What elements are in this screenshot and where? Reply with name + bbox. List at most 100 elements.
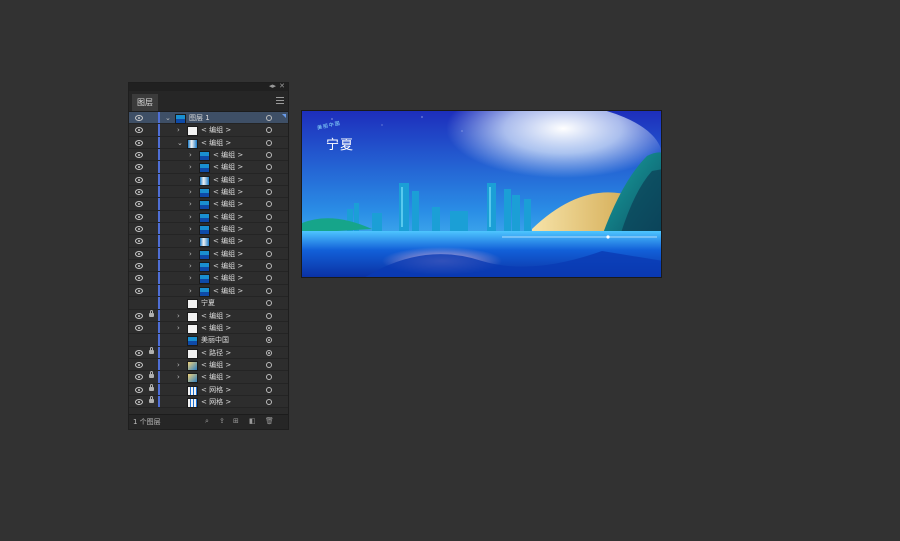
target-circle-icon[interactable] [266,398,272,405]
expand-arrow-icon[interactable]: › [189,187,192,197]
target-circle-icon[interactable] [266,164,272,171]
layer-label[interactable]: 宁夏 [201,297,215,309]
target-circle-icon[interactable] [266,226,272,233]
visibility-eye-icon[interactable] [135,164,143,171]
target-circle-icon[interactable] [266,213,272,220]
delete-icon[interactable]: 🗑 [265,418,274,425]
layer-label[interactable]: < 编组 > [213,161,243,173]
visibility-eye-icon[interactable] [135,189,143,196]
visibility-eye-icon[interactable] [135,374,143,381]
expand-arrow-icon[interactable]: › [189,236,192,246]
expand-arrow-icon[interactable]: › [189,212,192,222]
layer-label[interactable]: < 编组 > [213,248,243,260]
target-circle-icon[interactable] [266,115,272,121]
visibility-eye-icon[interactable] [135,226,143,233]
target-circle-icon[interactable] [266,139,272,146]
visibility-eye-icon[interactable] [135,361,143,368]
expand-arrow-icon[interactable]: › [177,125,180,135]
visibility-eye-icon[interactable] [135,349,143,356]
visibility-eye-icon[interactable] [135,238,143,245]
layer-row[interactable]: › < 编组 > [129,223,288,236]
layer-row[interactable]: › < 编组 > [129,198,288,211]
collapse-arrow-icon[interactable]: ⌄ [177,138,183,148]
layer-label[interactable]: < 网格 > [201,384,231,396]
layer-label[interactable]: < 网格 > [201,396,231,408]
layer-row[interactable]: › < 编组 > [129,260,288,273]
expand-arrow-icon[interactable]: › [177,311,180,321]
target-circle-icon[interactable] [266,324,272,331]
expand-arrow-icon[interactable]: › [177,372,180,382]
lock-icon[interactable] [149,309,154,317]
expand-arrow-icon[interactable]: › [189,286,192,296]
target-circle-icon[interactable] [266,275,272,282]
layer-label[interactable]: < 编组 > [213,149,243,161]
collapse-arrow-icon[interactable]: ⌄ [165,113,171,123]
target-circle-icon[interactable] [266,189,272,196]
visibility-eye-icon[interactable] [135,287,143,294]
visibility-eye-icon[interactable] [135,263,143,270]
target-circle-icon[interactable] [266,386,272,393]
layer-label[interactable]: < 编组 > [201,310,231,322]
target-circle-icon[interactable] [266,374,272,381]
layer-label[interactable]: 美丽中国 [201,334,229,346]
layer-label[interactable]: < 编组 > [201,371,231,383]
visibility-eye-icon[interactable] [135,201,143,208]
expand-arrow-icon[interactable]: › [189,199,192,209]
lock-icon[interactable] [149,395,154,403]
target-circle-icon[interactable] [266,152,272,159]
expand-arrow-icon[interactable]: › [177,323,180,333]
target-circle-icon[interactable] [266,349,272,356]
tab-layers[interactable]: 图层 [132,94,158,111]
target-circle-icon[interactable] [266,337,272,344]
layer-row[interactable]: < 网格 > [129,395,288,409]
visibility-eye-icon[interactable] [135,250,143,257]
expand-arrow-icon[interactable]: › [189,150,192,160]
layer-label[interactable]: < 编组 > [213,260,243,272]
layer-label[interactable]: < 编组 > [213,223,243,235]
visibility-eye-icon[interactable] [135,115,143,121]
visibility-eye-icon[interactable] [135,386,143,393]
layer-row[interactable]: › < 编组 > [129,173,288,187]
expand-arrow-icon[interactable]: › [189,224,192,234]
collapse-panel-icon[interactable]: ◂▸ [269,81,276,91]
layer-row[interactable]: › < 编组 > [129,210,288,224]
layer-row[interactable]: › < 编组 > [129,371,288,384]
layer-row[interactable]: ⌄ 图层 1 [129,112,288,125]
visibility-eye-icon[interactable] [135,312,143,319]
layer-label[interactable]: < 编组 > [201,322,231,334]
layer-row[interactable]: › < 编组 > [129,321,288,335]
artboard-canvas[interactable]: 美丽中国 宁夏 [301,110,662,278]
layer-label[interactable]: 图层 1 [189,112,210,124]
layer-row[interactable]: › < 编组 > [129,149,288,162]
layer-row[interactable]: 美丽中国 [129,334,288,347]
layer-label[interactable]: < 编组 > [201,359,231,371]
target-circle-icon[interactable] [266,250,272,257]
expand-arrow-icon[interactable]: › [189,162,192,172]
layer-row[interactable]: › < 编组 > [129,284,288,298]
layer-row[interactable]: < 网格 > [129,383,288,396]
layer-row[interactable]: › < 编组 > [129,161,288,174]
visibility-eye-icon[interactable] [135,176,143,183]
layer-label[interactable]: < 编组 > [213,198,243,210]
layer-label[interactable]: < 编组 > [213,285,243,297]
close-panel-icon[interactable]: ✕ [279,81,285,91]
expand-arrow-icon[interactable]: › [177,360,180,370]
layer-row[interactable]: › < 编组 > [129,186,288,199]
new-sublayer-icon[interactable]: ⊞ [233,418,240,425]
layer-label[interactable]: < 路径 > [201,347,231,359]
layer-label[interactable]: < 编组 > [213,235,243,247]
layer-label[interactable]: < 编组 > [213,211,243,223]
lock-icon[interactable] [149,346,154,354]
layer-label[interactable]: < 编组 > [213,272,243,284]
visibility-eye-icon[interactable] [135,152,143,159]
layer-label[interactable]: < 编组 > [213,186,243,198]
lock-icon[interactable] [149,371,154,379]
layer-row[interactable]: 宁夏 [129,297,288,310]
layer-row[interactable]: › < 编组 > [129,358,288,372]
expand-arrow-icon[interactable]: › [189,175,192,185]
expand-arrow-icon[interactable]: › [189,273,192,283]
expand-arrow-icon[interactable]: › [189,249,192,259]
layer-row[interactable]: › < 编组 > [129,124,288,137]
search-icon[interactable]: ⌕ [205,418,212,425]
target-circle-icon[interactable] [266,287,272,294]
